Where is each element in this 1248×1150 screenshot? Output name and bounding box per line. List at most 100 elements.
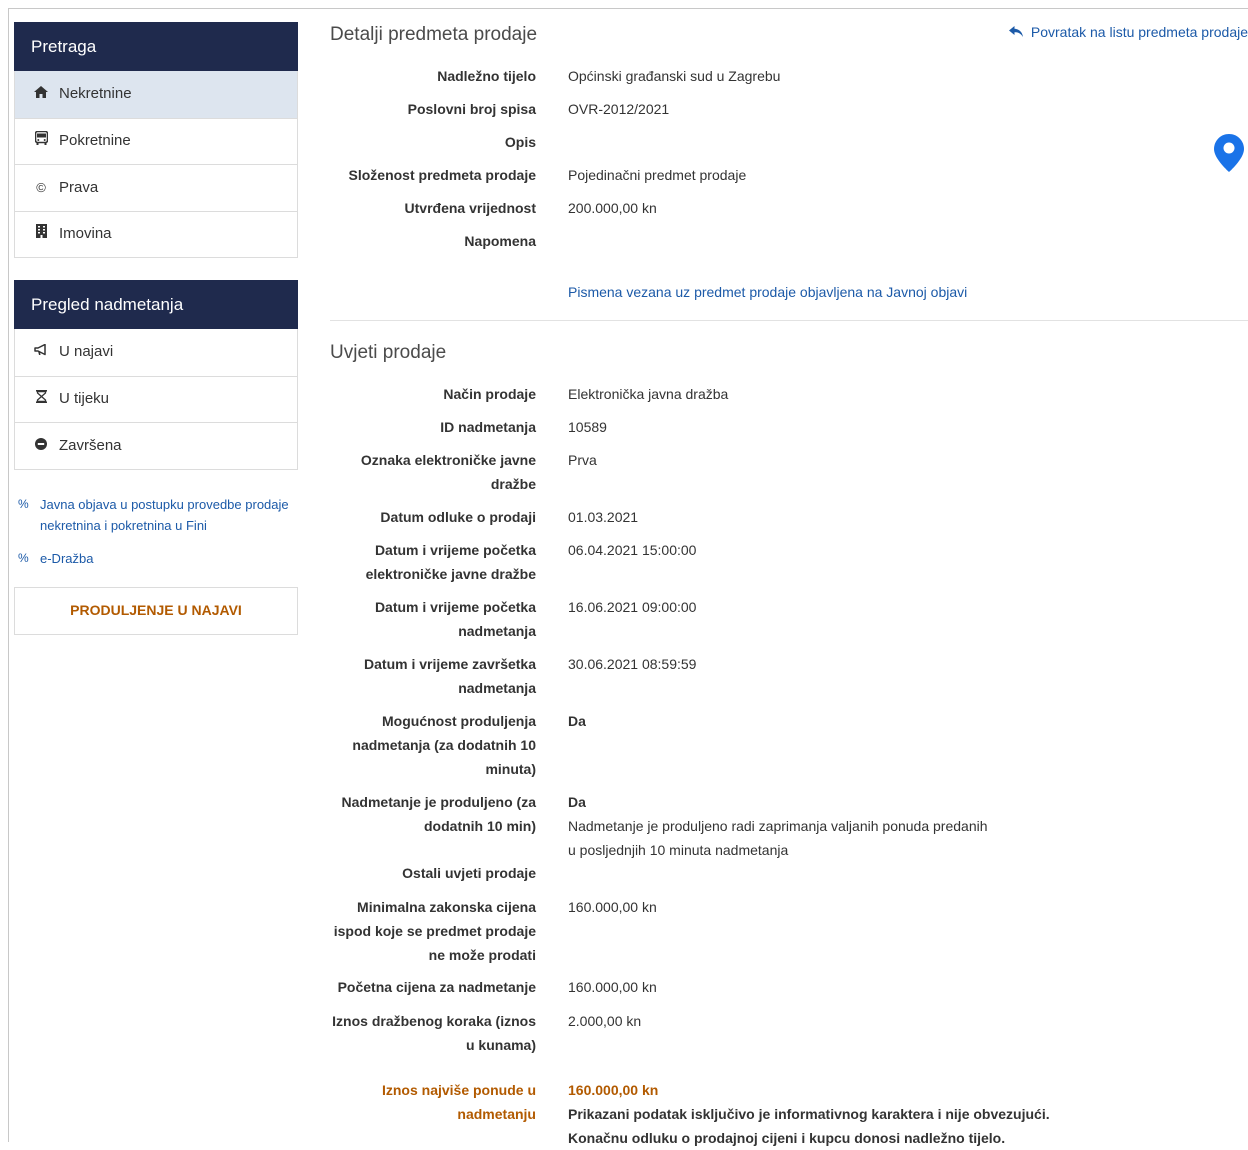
detail-row: Nadležno tijelo Općinski građanski sud u… — [330, 64, 1248, 97]
conditions-table: Način prodaje Elektronička javna dražba … — [330, 382, 1248, 1150]
condition-value-group: 160.000,00 kn Prikazani podatak isključi… — [568, 1078, 1088, 1150]
condition-row: Oznaka elektroničke javne dražbe Prva — [330, 448, 1248, 505]
link-javna-objava[interactable]: % Javna objava u postupku provedbe proda… — [14, 494, 298, 536]
condition-label: Mogućnost produljenja nadmetanja (za dod… — [352, 713, 536, 777]
condition-value: 2.000,00 kn — [568, 1013, 642, 1029]
condition-row: Datum i vrijeme početka nadmetanja 16.06… — [330, 595, 1248, 652]
condition-label: Datum odluke o prodaji — [380, 509, 536, 525]
sidebar-item-nekretnine[interactable]: Nekretnine — [15, 71, 297, 118]
link-icon: % — [18, 496, 29, 511]
condition-row: Datum odluke o prodaji 01.03.2021 — [330, 505, 1248, 538]
sidebar-item-imovina[interactable]: Imovina — [15, 210, 297, 258]
condition-note: Prikazani podatak isključivo je informat… — [568, 1106, 1050, 1146]
condition-row: Način prodaje Elektronička javna dražba — [330, 382, 1248, 415]
bus-icon — [33, 118, 49, 164]
building-icon — [33, 211, 49, 257]
home-icon — [33, 71, 49, 117]
detail-value: OVR-2012/2021 — [568, 101, 670, 117]
condition-row: Minimalna zakonska cijena ispod koje se … — [330, 895, 1248, 975]
sidebar-item-prava[interactable]: © Prava — [15, 164, 297, 211]
copyright-icon: © — [36, 179, 46, 195]
detail-row: Složenost predmeta prodaje Pojedinačni p… — [330, 163, 1248, 196]
detail-label: Napomena — [464, 233, 536, 249]
link-e-drazba[interactable]: % e-Dražba — [14, 548, 298, 569]
search-menu: Nekretnine Pokretnine © Prava Imovina — [14, 71, 298, 258]
condition-label: Početna cijena za nadmetanje — [337, 979, 536, 995]
detail-value: Općinski građanski sud u Zagrebu — [568, 68, 781, 84]
sidebar-item-zavrsena[interactable]: Završena — [15, 422, 297, 469]
review-menu: U najavi U tijeku Završena — [14, 329, 298, 470]
sidebar-item-label: Imovina — [59, 225, 112, 243]
condition-value: 30.06.2021 08:59:59 — [568, 656, 697, 672]
detail-row: Utvrđena vrijednost 200.000,00 kn — [330, 196, 1248, 229]
detail-value: 200.000,00 kn — [568, 200, 657, 216]
condition-row: Ostali uvjeti prodaje — [330, 861, 1248, 895]
condition-label: Datum i vrijeme početka nadmetanja — [374, 599, 536, 639]
back-link-label: Povratak na listu predmeta prodaje — [1030, 24, 1248, 40]
condition-row: Datum i vrijeme završetka nadmetanja 30.… — [330, 652, 1248, 709]
reply-arrow-icon — [1008, 24, 1027, 40]
condition-row: Mogućnost produljenja nadmetanja (za dod… — [330, 709, 1248, 790]
detail-label: Nadležno tijelo — [437, 68, 536, 84]
link-label: e-Dražba — [40, 550, 94, 566]
detail-row: Poslovni broj spisa OVR-2012/2021 — [330, 97, 1248, 130]
back-to-list-link[interactable]: Povratak na listu predmeta prodaje — [1008, 24, 1248, 40]
sidebar-item-u-tijeku[interactable]: U tijeku — [15, 375, 297, 423]
sidebar: Pretraga Nekretnine Pokretnine © Prava I… — [14, 22, 298, 635]
condition-row: Iznos dražbenog koraka (iznos u kunama) … — [330, 1009, 1248, 1078]
condition-value: 06.04.2021 15:00:00 — [568, 542, 697, 558]
condition-value: 01.03.2021 — [568, 509, 639, 525]
condition-value: 160.000,00 kn — [568, 979, 657, 995]
detail-label: Utvrđena vrijednost — [404, 200, 536, 216]
condition-label: Datum i vrijeme završetka nadmetanja — [364, 656, 536, 696]
condition-value: Da — [568, 713, 586, 729]
condition-row: ID nadmetanja 10589 — [330, 415, 1248, 448]
review-panel-title: Pregled nadmetanja — [14, 280, 298, 329]
link-label: Javna objava u postupku provedbe prodaje… — [40, 496, 289, 533]
main-content: Detalji predmeta prodaje Povratak na lis… — [330, 22, 1248, 1150]
detail-row: Napomena — [330, 229, 1248, 262]
condition-value-group: Da Nadmetanje je produljeno radi zaprima… — [568, 790, 988, 861]
minus-circle-icon — [33, 423, 49, 469]
condition-value: Elektronička javna dražba — [568, 386, 729, 402]
sidebar-item-label: U tijeku — [59, 390, 110, 408]
condition-label: Oznaka elektroničke javne dražbe — [360, 452, 536, 492]
search-panel-title: Pretraga — [14, 22, 298, 71]
condition-value: 10589 — [568, 419, 607, 435]
condition-row: Datum i vrijeme početka elektroničke jav… — [330, 538, 1248, 595]
map-pin-icon[interactable] — [1214, 134, 1244, 177]
sidebar-item-label: Pokretnine — [59, 132, 131, 150]
condition-row: Početna cijena za nadmetanje 160.000,00 … — [330, 975, 1248, 1009]
condition-label: Datum i vrijeme početka elektroničke jav… — [365, 542, 536, 582]
section-divider — [330, 320, 1248, 321]
condition-label: ID nadmetanja — [440, 419, 536, 435]
detail-row: Opis — [330, 130, 1248, 163]
sidebar-item-label: U najavi — [59, 343, 114, 361]
condition-value: Da — [568, 794, 586, 810]
condition-row-highest-bid: Iznos najviše ponude u nadmetanju 160.00… — [330, 1078, 1248, 1150]
conditions-title: Uvjeti prodaje — [330, 342, 447, 363]
detail-label: Složenost predmeta prodaje — [348, 167, 536, 183]
sidebar-links: % Javna objava u postupku provedbe proda… — [14, 494, 298, 569]
detail-value: Pojedinačni predmet prodaje — [568, 167, 747, 183]
megaphone-icon — [33, 329, 49, 375]
condition-row: Nadmetanje je produljeno (za dodatnih 10… — [330, 790, 1248, 861]
sidebar-item-label: Nekretnine — [59, 85, 132, 103]
condition-value: 160.000,00 kn — [568, 899, 657, 915]
condition-value: Prva — [568, 452, 597, 468]
link-icon: % — [18, 550, 29, 565]
sidebar-item-pokretnine[interactable]: Pokretnine — [15, 117, 297, 165]
extend-announcement-button[interactable]: PRODULJENJE U NAJAVI — [14, 586, 298, 635]
condition-label: Iznos najviše ponude u nadmetanju — [381, 1082, 536, 1122]
condition-value: 16.06.2021 09:00:00 — [568, 599, 697, 615]
condition-label: Iznos dražbenog koraka (iznos u kunama) — [332, 1013, 536, 1053]
hourglass-icon — [33, 376, 49, 422]
documents-link[interactable]: Pismena vezana uz predmet prodaje objavl… — [568, 280, 1248, 304]
sidebar-item-u-najavi[interactable]: U najavi — [15, 329, 297, 376]
condition-label: Minimalna zakonska cijena ispod koje se … — [333, 899, 536, 963]
sidebar-item-label: Prava — [59, 178, 99, 196]
detail-label: Opis — [504, 134, 536, 150]
condition-label: Ostali uvjeti prodaje — [402, 865, 536, 881]
condition-label: Način prodaje — [443, 386, 536, 402]
details-table: Nadležno tijelo Općinski građanski sud u… — [330, 64, 1248, 262]
